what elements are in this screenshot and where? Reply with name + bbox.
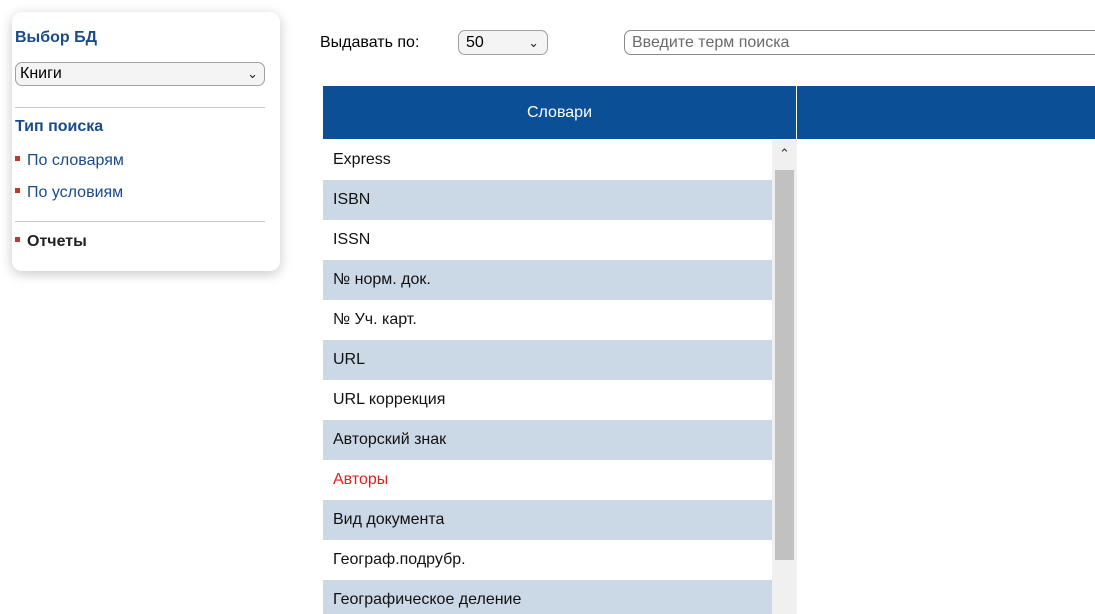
per-page-label: Выдавать по: bbox=[320, 34, 420, 51]
table-header: Словари bbox=[323, 86, 1095, 139]
link-label: По словарям bbox=[27, 152, 124, 169]
square-bullet-icon bbox=[15, 237, 20, 243]
list-item[interactable]: Вид документа bbox=[323, 500, 772, 540]
list-item-active[interactable]: Авторы bbox=[323, 460, 772, 500]
db-select-title: Выбор БД bbox=[15, 29, 97, 46]
list-item[interactable]: Географ.подрубр. bbox=[323, 540, 772, 580]
divider bbox=[15, 221, 265, 222]
list-item[interactable]: Географическое деление bbox=[323, 580, 772, 614]
link-label: Отчеты bbox=[27, 233, 87, 250]
link-label: По условиям bbox=[27, 184, 124, 201]
chevron-down-icon: ⌄ bbox=[528, 35, 539, 50]
column-header-dictionaries: Словари bbox=[323, 86, 797, 139]
per-page-value: 50 bbox=[466, 34, 484, 51]
link-by-conditions[interactable]: По условиям bbox=[15, 183, 123, 203]
per-page-select[interactable]: 50 ⌄ bbox=[458, 30, 548, 55]
dictionary-list: Express ISBN ISSN № норм. док. № Уч. кар… bbox=[323, 140, 797, 614]
list-item[interactable]: Авторский знак bbox=[323, 420, 772, 460]
list-item[interactable]: № Уч. карт. bbox=[323, 300, 772, 340]
database-select-value: Книги bbox=[20, 65, 62, 82]
link-by-dictionaries[interactable]: По словарям bbox=[15, 151, 124, 171]
chevron-down-icon: ⌄ bbox=[247, 66, 258, 81]
chevron-up-icon[interactable]: ⌃ bbox=[772, 140, 797, 170]
database-select[interactable]: Книги ⌄ bbox=[15, 62, 265, 86]
list-item[interactable]: URL коррекция bbox=[323, 380, 772, 420]
square-bullet-icon bbox=[15, 156, 20, 162]
list-scrollbar[interactable]: ⌃ bbox=[772, 140, 797, 614]
link-reports[interactable]: Отчеты bbox=[15, 232, 87, 252]
search-input[interactable] bbox=[624, 30, 1095, 55]
list-item[interactable]: Express bbox=[323, 140, 772, 180]
square-bullet-icon bbox=[15, 188, 20, 194]
divider bbox=[15, 107, 265, 108]
list-item[interactable]: URL bbox=[323, 340, 772, 380]
search-type-title: Тип поиска bbox=[15, 118, 104, 135]
list-item[interactable]: ISSN bbox=[323, 220, 772, 260]
scrollbar-thumb[interactable] bbox=[775, 170, 794, 560]
list-item[interactable]: № норм. док. bbox=[323, 260, 772, 300]
list-item[interactable]: ISBN bbox=[323, 180, 772, 220]
